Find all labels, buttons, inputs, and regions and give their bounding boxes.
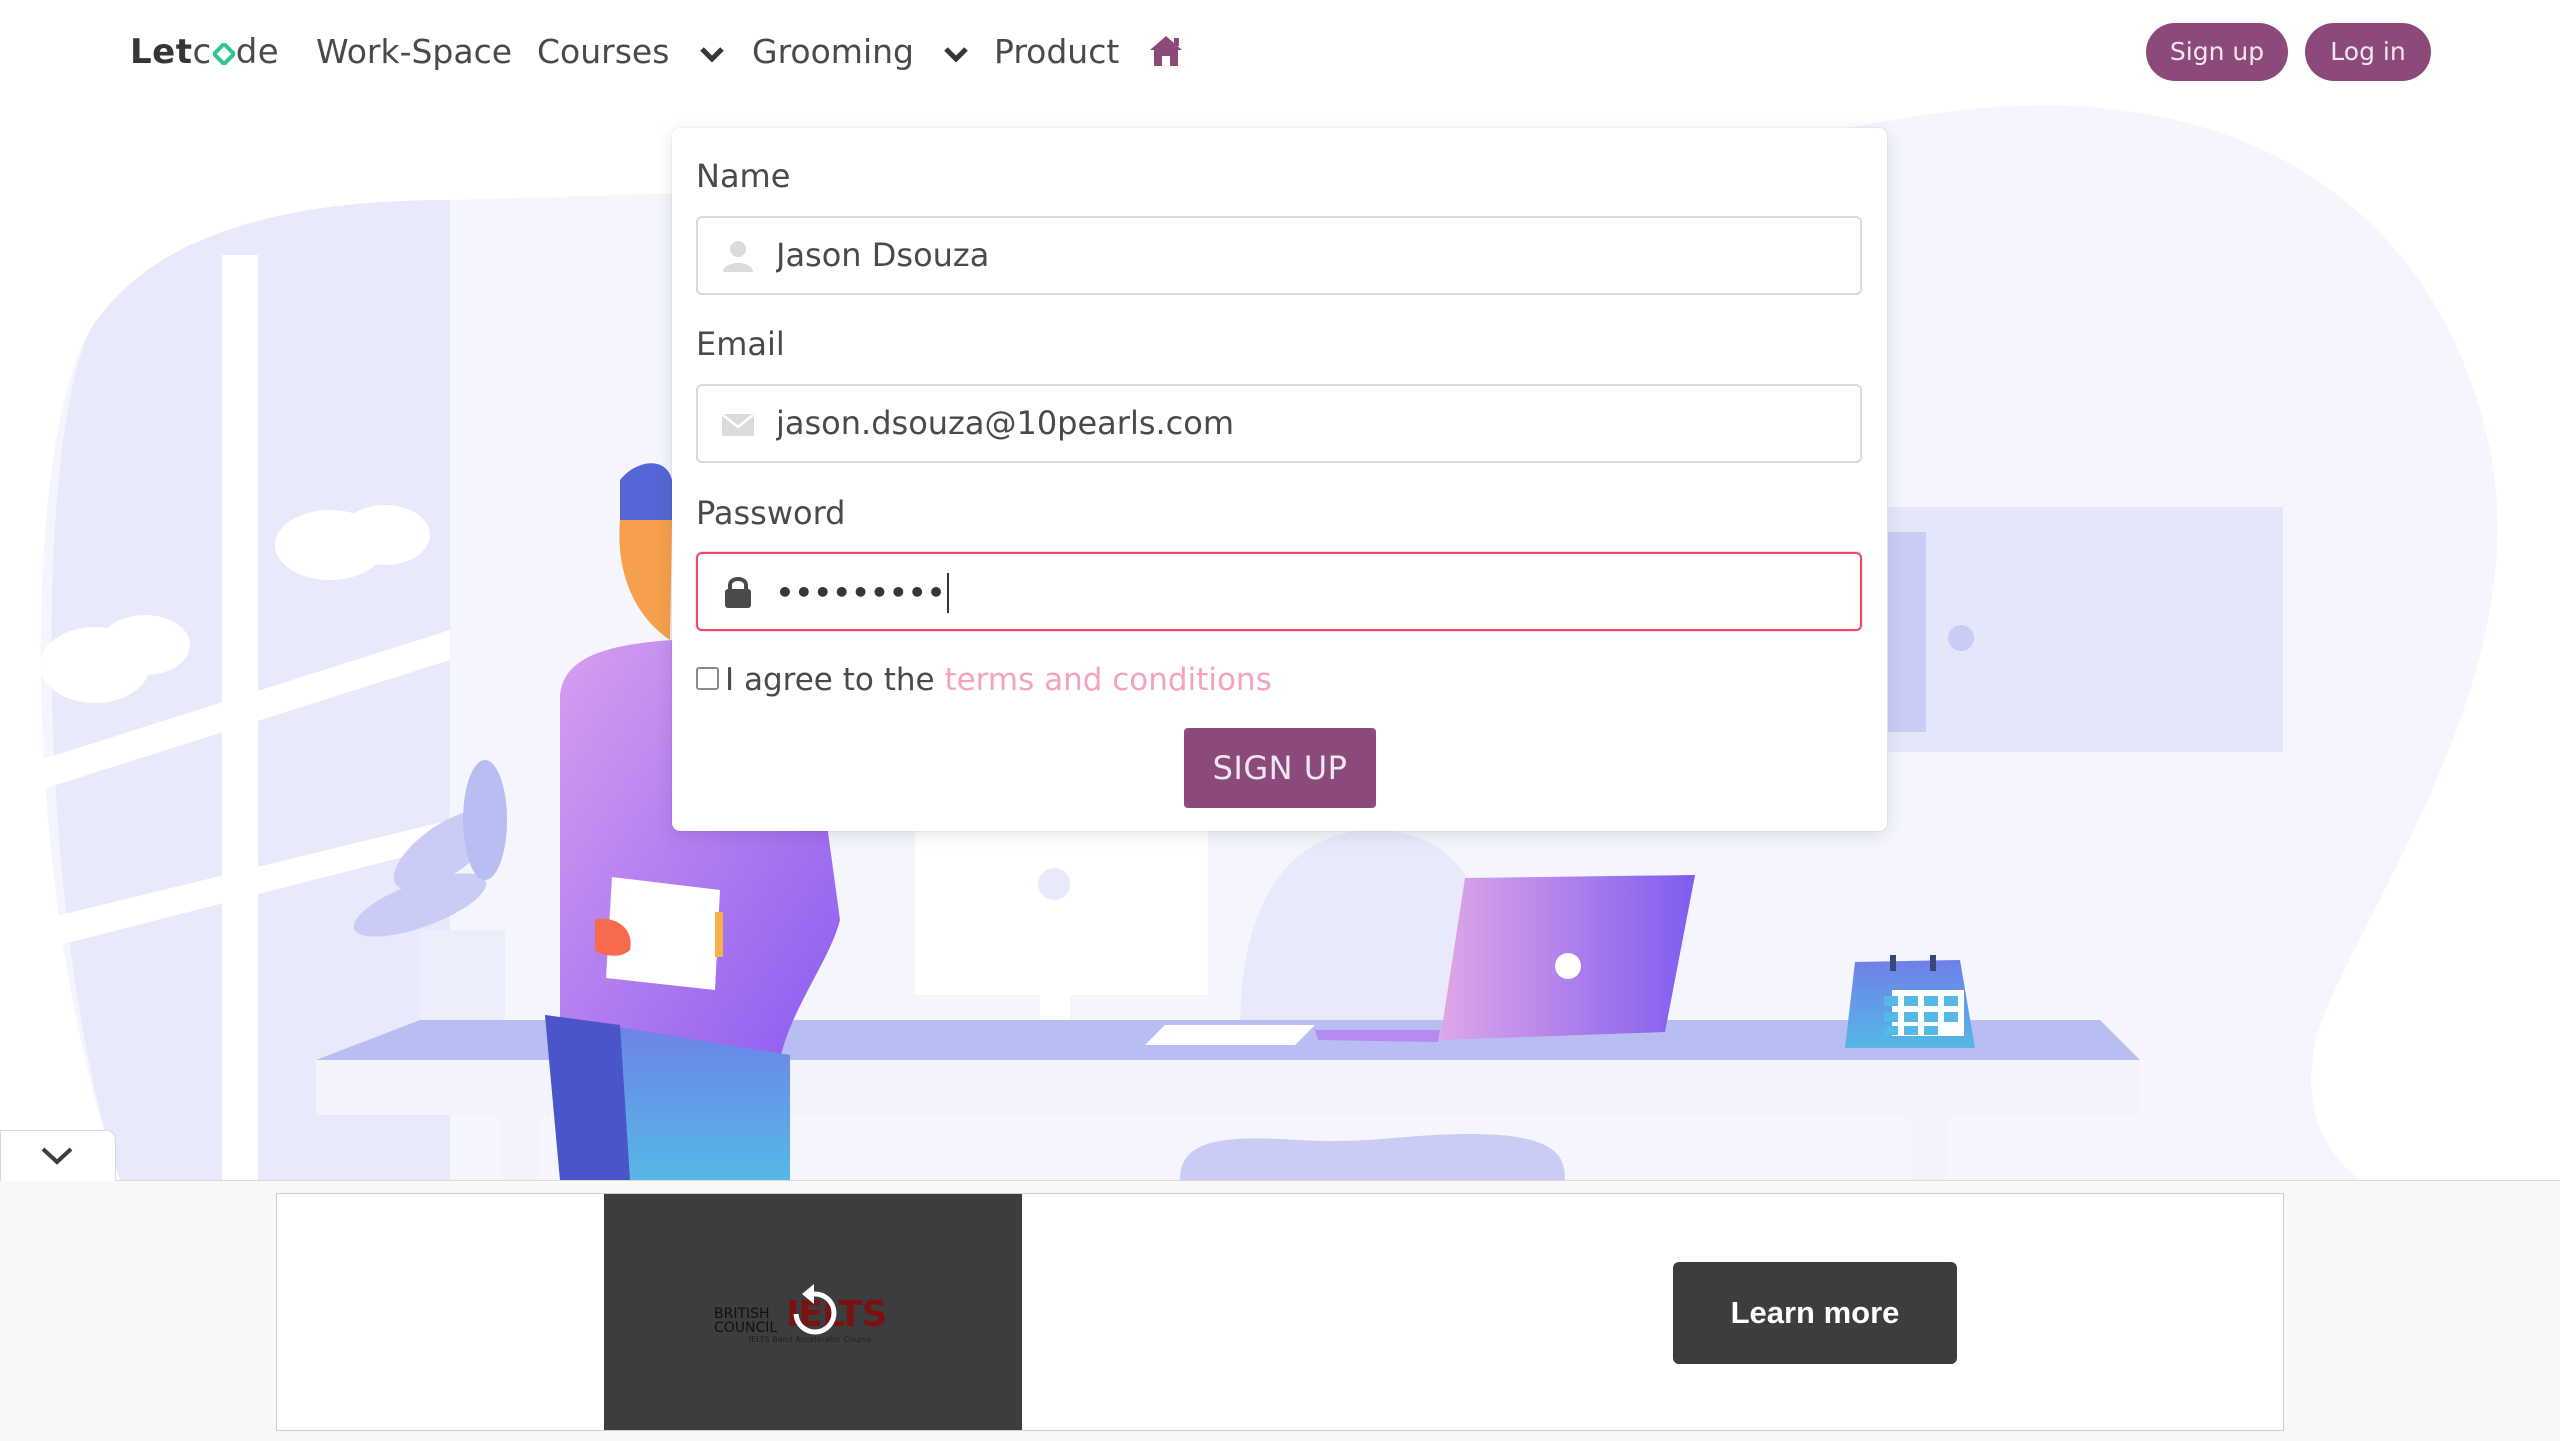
nav-item-grooming[interactable]: Grooming — [752, 28, 970, 76]
name-input[interactable] — [776, 218, 1826, 293]
email-input[interactable] — [776, 386, 1826, 461]
nav-item-label: Grooming — [752, 32, 914, 71]
terms-checkbox[interactable] — [696, 667, 719, 690]
nav-item-product[interactable]: Product — [994, 28, 1119, 76]
password-field[interactable]: ••••••••• — [696, 552, 1862, 631]
text-caret — [947, 573, 950, 613]
name-label: Name — [696, 157, 791, 195]
home-icon[interactable] — [1148, 34, 1184, 68]
ad-frame: BRITISH COUNCIL IELTS IELTS Band Accelera… — [276, 1193, 2284, 1431]
logo-code-icon — [212, 43, 235, 65]
email-label: Email — [696, 325, 785, 363]
learn-more-button[interactable]: Learn more — [1673, 1262, 1957, 1364]
ad-video[interactable]: BRITISH COUNCIL IELTS IELTS Band Accelera… — [604, 1194, 1022, 1430]
nav-item-work-space[interactable]: Work-Space — [316, 28, 512, 76]
nav-item-label: Courses — [537, 32, 670, 71]
signup-nav-button[interactable]: Sign up — [2146, 23, 2288, 81]
ad-collapse-toggle[interactable] — [0, 1130, 116, 1181]
top-navbar: Letc de Work-Space Courses Grooming Produ… — [0, 0, 2560, 104]
password-label: Password — [696, 494, 846, 532]
chevron-down-icon — [700, 46, 724, 63]
terms-link[interactable]: terms and conditions — [944, 662, 1271, 698]
chevron-down-icon — [944, 46, 969, 63]
agree-text: I agree to the — [725, 662, 945, 698]
password-input[interactable]: ••••••••• — [776, 554, 1826, 629]
envelope-icon — [722, 414, 754, 436]
lock-icon — [725, 577, 751, 608]
letcode-logo[interactable]: Letc de — [130, 30, 279, 74]
ad-banner: BRITISH COUNCIL IELTS IELTS Band Accelera… — [0, 1180, 2560, 1441]
replay-icon[interactable] — [789, 1284, 839, 1340]
user-icon — [723, 241, 753, 272]
email-field[interactable] — [696, 384, 1862, 463]
terms-agreement: I agree to the terms and conditions — [696, 660, 1272, 700]
nav-item-courses[interactable]: Courses — [537, 28, 726, 76]
chevron-down-icon — [41, 1147, 73, 1165]
nav-item-label: Work-Space — [316, 32, 513, 71]
nav-item-label: Product — [994, 32, 1120, 71]
login-nav-button[interactable]: Log in — [2305, 23, 2431, 81]
signup-submit-button[interactable]: SIGN UP — [1184, 728, 1376, 808]
signup-form-card: Name Email Password ••••••••• I agree to… — [672, 128, 1887, 831]
name-field[interactable] — [696, 216, 1862, 295]
